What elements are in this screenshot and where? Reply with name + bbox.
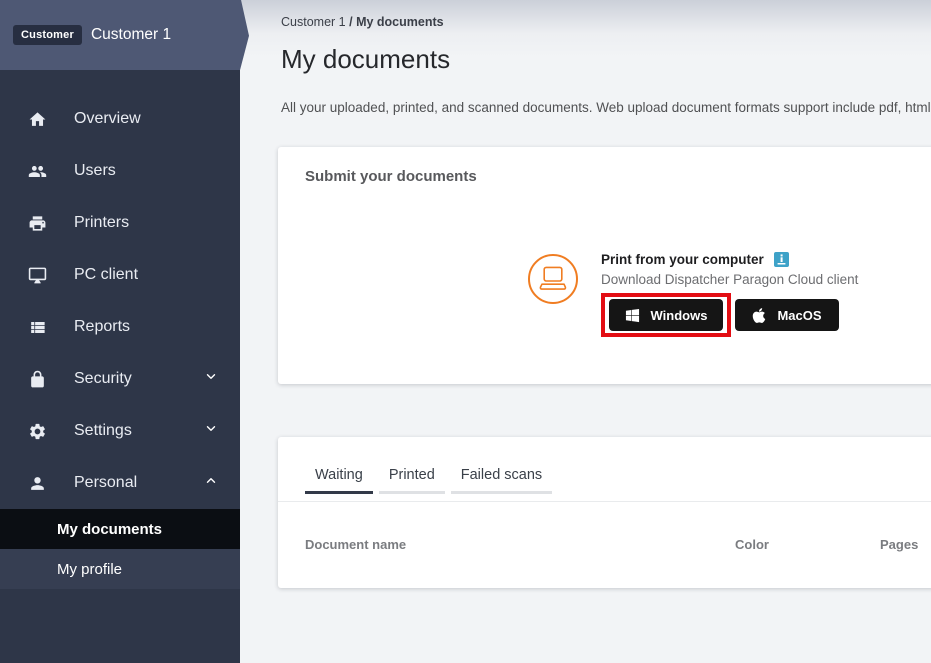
main-content: Customer 1 / My documents My documents A… [240, 0, 931, 663]
lock-icon [28, 369, 48, 389]
submit-card-title: Submit your documents [305, 168, 477, 185]
users-icon [28, 161, 48, 181]
sidebar-header: Customer Customer 1 [0, 0, 249, 70]
monitor-icon [28, 265, 48, 285]
windows-button-label: Windows [651, 308, 708, 323]
sidebar-item-pc-client[interactable]: PC client [0, 249, 240, 301]
chevron-down-icon [204, 370, 218, 389]
sidebar-item-users[interactable]: Users [0, 145, 240, 197]
macos-button-label: MacOS [777, 308, 821, 323]
red-annotation-box: Windows [601, 293, 731, 337]
download-buttons-row: Windows MacOS [601, 293, 858, 337]
submit-documents-card: Submit your documents Print from your co… [278, 147, 931, 384]
app-root: Customer 1 / My documents My documents A… [0, 0, 931, 663]
sidebar-item-personal[interactable]: Personal [0, 457, 240, 509]
customer-badge: Customer [13, 25, 82, 45]
laptop-icon [528, 254, 578, 304]
chevron-up-icon [204, 474, 218, 493]
printer-icon [28, 213, 48, 233]
reports-icon [28, 317, 48, 337]
column-color: Color [735, 537, 769, 552]
print-texts: Print from your computer Download Dispat… [601, 251, 858, 337]
tab-printed[interactable]: Printed [379, 461, 445, 494]
breadcrumb-current: My documents [356, 15, 444, 29]
sidebar: Customer Customer 1 Overview Users [0, 0, 240, 663]
documents-list-card: Waiting Printed Failed scans Document na… [278, 437, 931, 588]
column-document-name: Document name [305, 537, 406, 552]
column-pages: Pages [880, 537, 918, 552]
gear-icon [28, 421, 48, 441]
page-title: My documents [281, 44, 450, 75]
customer-name: Customer 1 [91, 26, 171, 44]
sidebar-subitem-my-profile[interactable]: My profile [0, 549, 240, 589]
page-description: All your uploaded, printed, and scanned … [281, 100, 931, 115]
sidebar-item-settings[interactable]: Settings [0, 405, 240, 457]
apple-logo-icon [752, 307, 766, 324]
tabs-divider [278, 501, 931, 502]
sidebar-nav: Overview Users Printers PC client [0, 93, 240, 509]
breadcrumb-parent[interactable]: Customer 1 [281, 15, 346, 29]
windows-download-button[interactable]: Windows [609, 299, 723, 331]
tab-failed-scans[interactable]: Failed scans [451, 461, 552, 494]
sidebar-item-overview[interactable]: Overview [0, 93, 240, 145]
tab-waiting[interactable]: Waiting [305, 461, 373, 494]
sidebar-subitem-my-documents[interactable]: My documents [0, 509, 240, 549]
chevron-down-icon [204, 422, 218, 441]
home-icon [28, 109, 48, 129]
documents-table-header: Document name Color Pages [278, 537, 931, 557]
macos-download-button[interactable]: MacOS [735, 299, 839, 331]
breadcrumb: Customer 1 / My documents [281, 15, 444, 29]
personal-submenu: My documents My profile [0, 509, 240, 589]
sidebar-item-reports[interactable]: Reports [0, 301, 240, 353]
person-icon [28, 473, 48, 493]
info-icon[interactable] [774, 252, 789, 267]
sidebar-item-printers[interactable]: Printers [0, 197, 240, 249]
breadcrumb-separator: / [349, 15, 352, 29]
print-heading: Print from your computer [601, 252, 764, 267]
print-from-computer-section: Print from your computer Download Dispat… [528, 251, 858, 337]
documents-tabs: Waiting Printed Failed scans [305, 461, 552, 494]
print-subtext: Download Dispatcher Paragon Cloud client [601, 272, 858, 287]
sidebar-item-security[interactable]: Security [0, 353, 240, 405]
windows-logo-icon [625, 308, 640, 323]
